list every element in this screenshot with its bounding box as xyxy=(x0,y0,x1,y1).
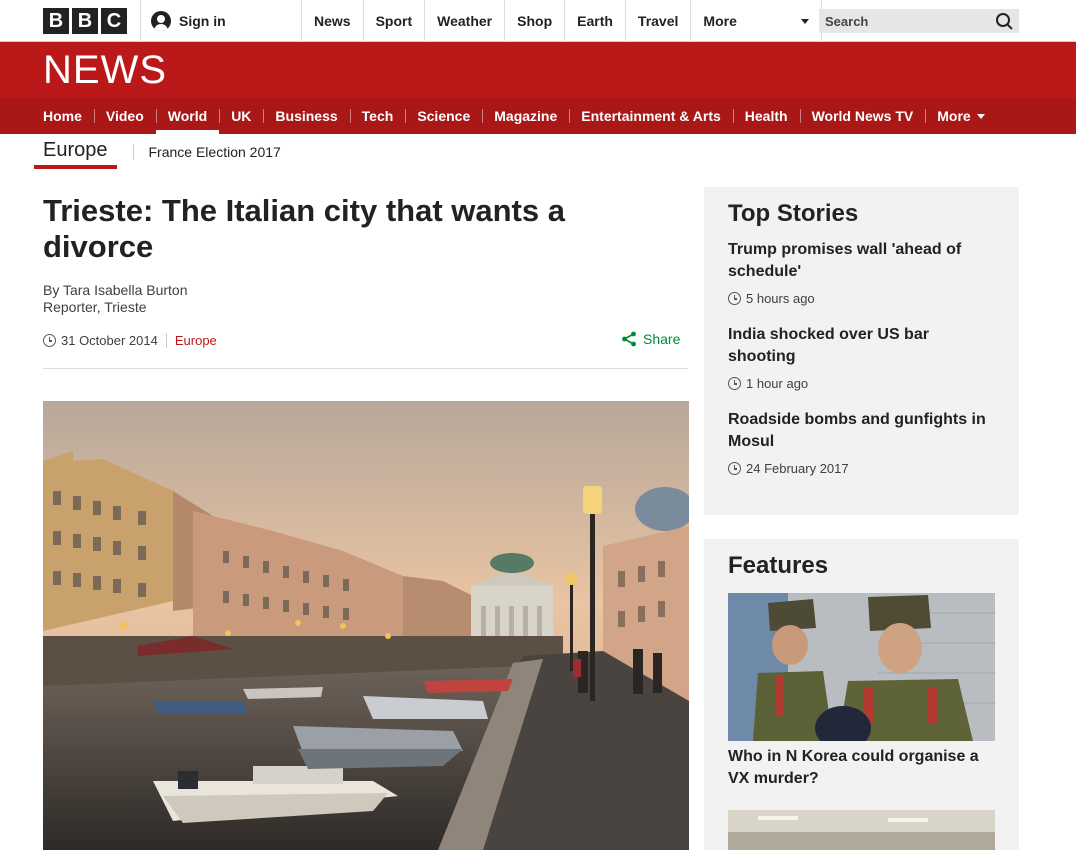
nav-health[interactable]: Health xyxy=(732,98,800,134)
list-item[interactable]: India shocked over US bar shooting 1 hou… xyxy=(728,324,995,391)
global-nav: News Sport Weather Shop Earth Travel Mor… xyxy=(302,0,823,42)
article-meta: 31 October 2014 Europe xyxy=(43,333,217,348)
feature-title[interactable]: Who in N Korea could organise a VX murde… xyxy=(728,746,995,790)
nav-magazine[interactable]: Magazine xyxy=(482,98,569,134)
story-title[interactable]: India shocked over US bar shooting xyxy=(728,324,995,368)
byline-author: By Tara Isabella Burton xyxy=(43,282,188,298)
sign-in-button[interactable]: Sign in xyxy=(140,0,302,42)
bbc-logo-letter: B xyxy=(43,8,69,34)
global-nav-weather[interactable]: Weather xyxy=(425,0,506,42)
section-europe[interactable]: Europe xyxy=(34,135,117,169)
feature-image[interactable] xyxy=(728,593,995,741)
clock-icon xyxy=(728,292,741,305)
bbc-logo[interactable]: B B C xyxy=(43,8,127,34)
chevron-down-icon xyxy=(801,18,810,24)
nav-video[interactable]: Video xyxy=(93,98,156,134)
global-nav-travel[interactable]: Travel xyxy=(626,0,692,42)
share-icon xyxy=(622,331,636,347)
global-header: B B C Sign in News Sport Weather Shop Ea… xyxy=(0,0,1076,42)
global-nav-sport[interactable]: Sport xyxy=(364,0,426,42)
list-item[interactable]: Trump promises wall 'ahead of schedule' … xyxy=(728,239,995,306)
news-nav: Home Video World UK Business Tech Scienc… xyxy=(0,98,1076,134)
global-nav-more-label: More xyxy=(703,13,737,29)
clock-icon xyxy=(43,334,56,347)
trieste-canal-photo xyxy=(43,401,689,850)
story-time: 5 hours ago xyxy=(728,291,995,306)
article-category-link[interactable]: Europe xyxy=(165,333,217,348)
bbc-logo-letter: B xyxy=(72,8,98,34)
article-main-image xyxy=(43,401,689,850)
share-button[interactable]: Share xyxy=(621,331,680,347)
nav-more[interactable]: More xyxy=(925,98,996,134)
feature-image[interactable] xyxy=(728,810,995,850)
nav-more-label: More xyxy=(937,108,971,124)
story-title[interactable]: Trump promises wall 'ahead of schedule' xyxy=(728,239,995,283)
features-title: Features xyxy=(728,552,829,579)
story-title[interactable]: Roadside bombs and gunfights in Mosul xyxy=(728,409,995,453)
chevron-down-icon xyxy=(976,113,985,119)
global-nav-news[interactable]: News xyxy=(302,0,364,42)
user-icon xyxy=(151,11,171,31)
feature-soldiers-photo xyxy=(728,593,995,741)
nav-science[interactable]: Science xyxy=(405,98,482,134)
story-time: 1 hour ago xyxy=(728,376,995,391)
story-time-label: 5 hours ago xyxy=(746,291,815,306)
nav-entertainment-arts[interactable]: Entertainment & Arts xyxy=(569,98,733,134)
top-stories-title: Top Stories xyxy=(728,200,859,227)
clock-icon xyxy=(728,377,741,390)
search-placeholder: Search xyxy=(825,13,869,29)
divider xyxy=(43,368,688,369)
features-panel: Features Who in N Korea could organise a… xyxy=(704,539,1019,850)
global-nav-earth[interactable]: Earth xyxy=(565,0,626,42)
sign-in-label: Sign in xyxy=(179,13,226,29)
list-item[interactable]: Roadside bombs and gunfights in Mosul 24… xyxy=(728,409,995,476)
clock-icon xyxy=(728,462,741,475)
byline-role: Reporter, Trieste xyxy=(43,299,147,315)
story-time: 24 February 2017 xyxy=(728,461,995,476)
nav-home[interactable]: Home xyxy=(31,98,94,134)
search-icon[interactable] xyxy=(995,12,1013,30)
search-input[interactable]: Search xyxy=(819,9,1019,33)
section-france-election[interactable]: France Election 2017 xyxy=(132,144,281,160)
article-headline: Trieste: The Italian city that wants a d… xyxy=(43,193,565,264)
nav-world-news-tv[interactable]: World News TV xyxy=(799,98,926,134)
nav-world[interactable]: World xyxy=(155,98,220,134)
nav-business[interactable]: Business xyxy=(263,98,349,134)
story-time-label: 1 hour ago xyxy=(746,376,809,391)
news-logo[interactable]: NEWS xyxy=(43,50,167,90)
nav-tech[interactable]: Tech xyxy=(349,98,406,134)
story-time-label: 24 February 2017 xyxy=(746,461,849,476)
share-label: Share xyxy=(643,331,681,347)
global-nav-more[interactable]: More xyxy=(691,0,823,42)
top-stories-panel: Top Stories Trump promises wall 'ahead o… xyxy=(704,187,1019,515)
article-date: 31 October 2014 xyxy=(61,333,158,348)
global-nav-shop[interactable]: Shop xyxy=(505,0,566,42)
section-nav: Europe France Election 2017 xyxy=(34,134,281,170)
nav-uk[interactable]: UK xyxy=(219,98,263,134)
news-banner: NEWS xyxy=(0,42,1076,98)
byline: By Tara Isabella Burton Reporter, Triest… xyxy=(43,282,188,316)
feature-room-photo xyxy=(728,810,995,850)
bbc-logo-letter: C xyxy=(101,8,127,34)
